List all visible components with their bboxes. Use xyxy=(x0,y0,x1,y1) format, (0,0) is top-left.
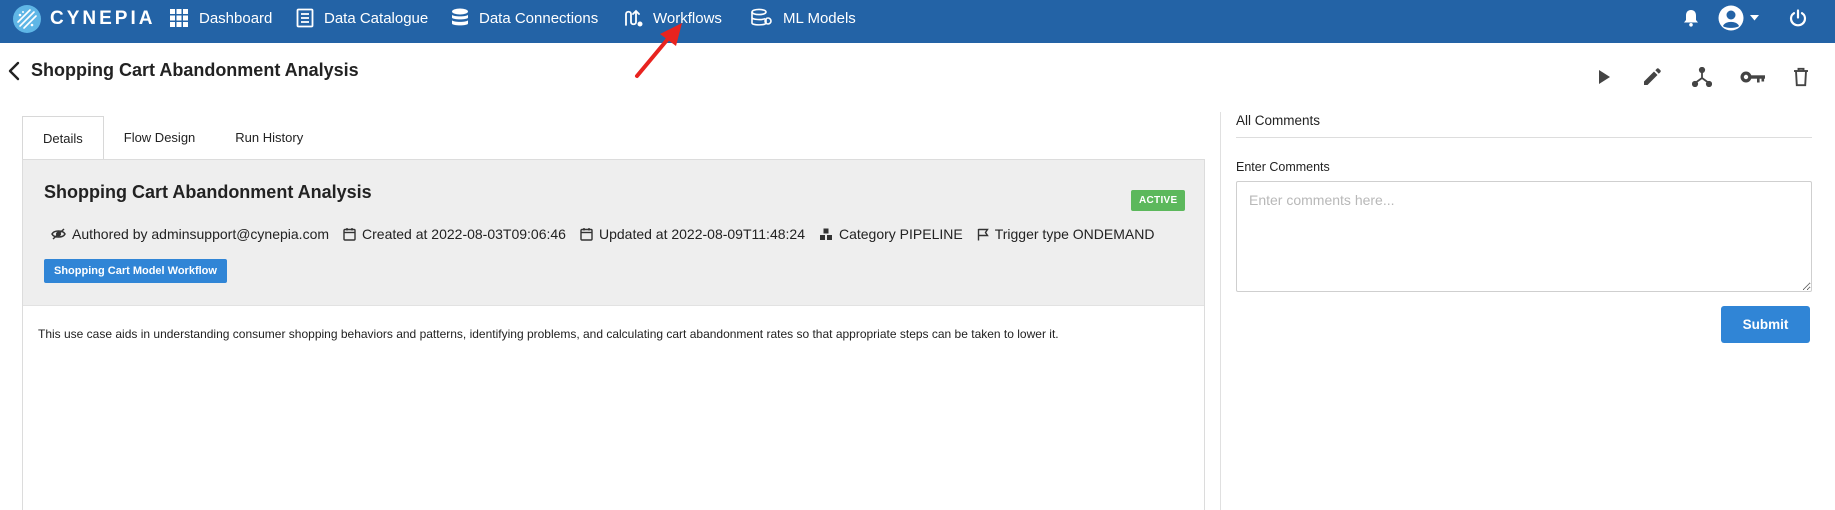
detail-tabs: Details Flow Design Run History xyxy=(22,116,323,159)
submit-comment-button[interactable]: Submit xyxy=(1721,306,1810,343)
tab-details[interactable]: Details xyxy=(22,116,104,159)
nav-item-data-connections[interactable]: Data Connections xyxy=(451,0,598,36)
workflow-tag-button[interactable]: Shopping Cart Model Workflow xyxy=(44,259,227,283)
tab-run-history[interactable]: Run History xyxy=(215,116,323,159)
nav-item-dashboard[interactable]: Dashboard xyxy=(169,0,272,36)
details-panel: Shopping Cart Abandonment Analysis ACTIV… xyxy=(22,159,1205,510)
meta-category: Category PIPELINE xyxy=(819,226,963,242)
page-title: Shopping Cart Abandonment Analysis xyxy=(31,60,359,80)
delete-button[interactable] xyxy=(1789,65,1813,89)
trash-icon xyxy=(1794,67,1808,87)
metadata-row: Authored by adminsupport@cynepia.com Cre… xyxy=(51,226,1168,242)
play-icon xyxy=(1599,70,1610,84)
workflow-description: This use case aids in understanding cons… xyxy=(38,327,1059,341)
all-comments-heading: All Comments xyxy=(1236,113,1321,128)
enter-comments-label: Enter Comments xyxy=(1236,160,1330,174)
meta-author: Authored by adminsupport@cynepia.com xyxy=(51,226,329,242)
database-icon xyxy=(452,8,468,26)
nav-item-data-catalogue[interactable]: Data Catalogue xyxy=(296,0,428,36)
caret-down-icon xyxy=(1750,15,1759,21)
bell-icon xyxy=(1684,10,1698,27)
meta-updated: Updated at 2022-08-09T11:48:24 xyxy=(580,226,805,242)
calendar-icon xyxy=(343,228,356,241)
status-badge: ACTIVE xyxy=(1131,190,1186,211)
flag-icon xyxy=(977,228,989,240)
nav-label: Dashboard xyxy=(199,9,273,27)
workflow-title: Shopping Cart Abandonment Analysis xyxy=(44,182,372,202)
vertical-divider xyxy=(1220,112,1221,510)
tab-flow-design[interactable]: Flow Design xyxy=(104,116,216,159)
key-icon xyxy=(1740,71,1765,83)
meta-updated-text: Updated at 2022-08-09T11:48:24 xyxy=(598,226,805,242)
access-key-button[interactable] xyxy=(1739,65,1767,89)
top-navigation-bar: CYNEPIA Dashboard Data Catalogue Data Co… xyxy=(0,0,1835,43)
meta-created: Created at 2022-08-03T09:06:46 xyxy=(343,226,566,242)
user-menu[interactable] xyxy=(1718,0,1759,36)
notifications-button[interactable] xyxy=(1683,0,1699,36)
edit-pencil-icon xyxy=(1644,68,1661,85)
cynepia-logo-icon xyxy=(13,5,41,33)
comments-divider xyxy=(1236,137,1812,138)
user-avatar-icon xyxy=(1718,5,1744,31)
fork-button[interactable] xyxy=(1690,65,1714,89)
ml-model-icon xyxy=(751,8,772,26)
nav-label: Data Connections xyxy=(479,9,599,27)
fork-icon xyxy=(1692,67,1712,87)
back-chevron-icon[interactable] xyxy=(7,60,21,82)
nav-item-ml-models[interactable]: ML Models xyxy=(751,0,856,36)
dashboard-grid-icon xyxy=(170,9,188,27)
meta-category-text: Category PIPELINE xyxy=(838,226,963,242)
meta-trigger: Trigger type ONDEMAND xyxy=(977,226,1155,242)
details-header: Shopping Cart Abandonment Analysis ACTIV… xyxy=(23,160,1204,306)
cubes-icon xyxy=(819,228,832,240)
nav-label: Data Catalogue xyxy=(324,9,429,27)
catalogue-icon xyxy=(296,8,314,28)
edit-button[interactable] xyxy=(1640,65,1664,89)
red-arrow-annotation-icon xyxy=(635,23,682,78)
brand-name: CYNEPIA xyxy=(50,8,156,29)
meta-created-text: Created at 2022-08-03T09:06:46 xyxy=(362,226,566,242)
comment-textarea[interactable] xyxy=(1236,181,1812,292)
brand-logo[interactable]: CYNEPIA xyxy=(12,2,155,36)
nav-label: ML Models xyxy=(783,9,856,27)
eye-slash-icon xyxy=(51,228,66,240)
meta-author-text: Authored by adminsupport@cynepia.com xyxy=(72,226,330,242)
logout-button[interactable] xyxy=(1789,0,1807,36)
meta-trigger-text: Trigger type ONDEMAND xyxy=(994,226,1155,242)
power-icon xyxy=(1789,9,1807,27)
calendar-icon xyxy=(580,228,593,241)
run-button[interactable] xyxy=(1592,65,1616,89)
